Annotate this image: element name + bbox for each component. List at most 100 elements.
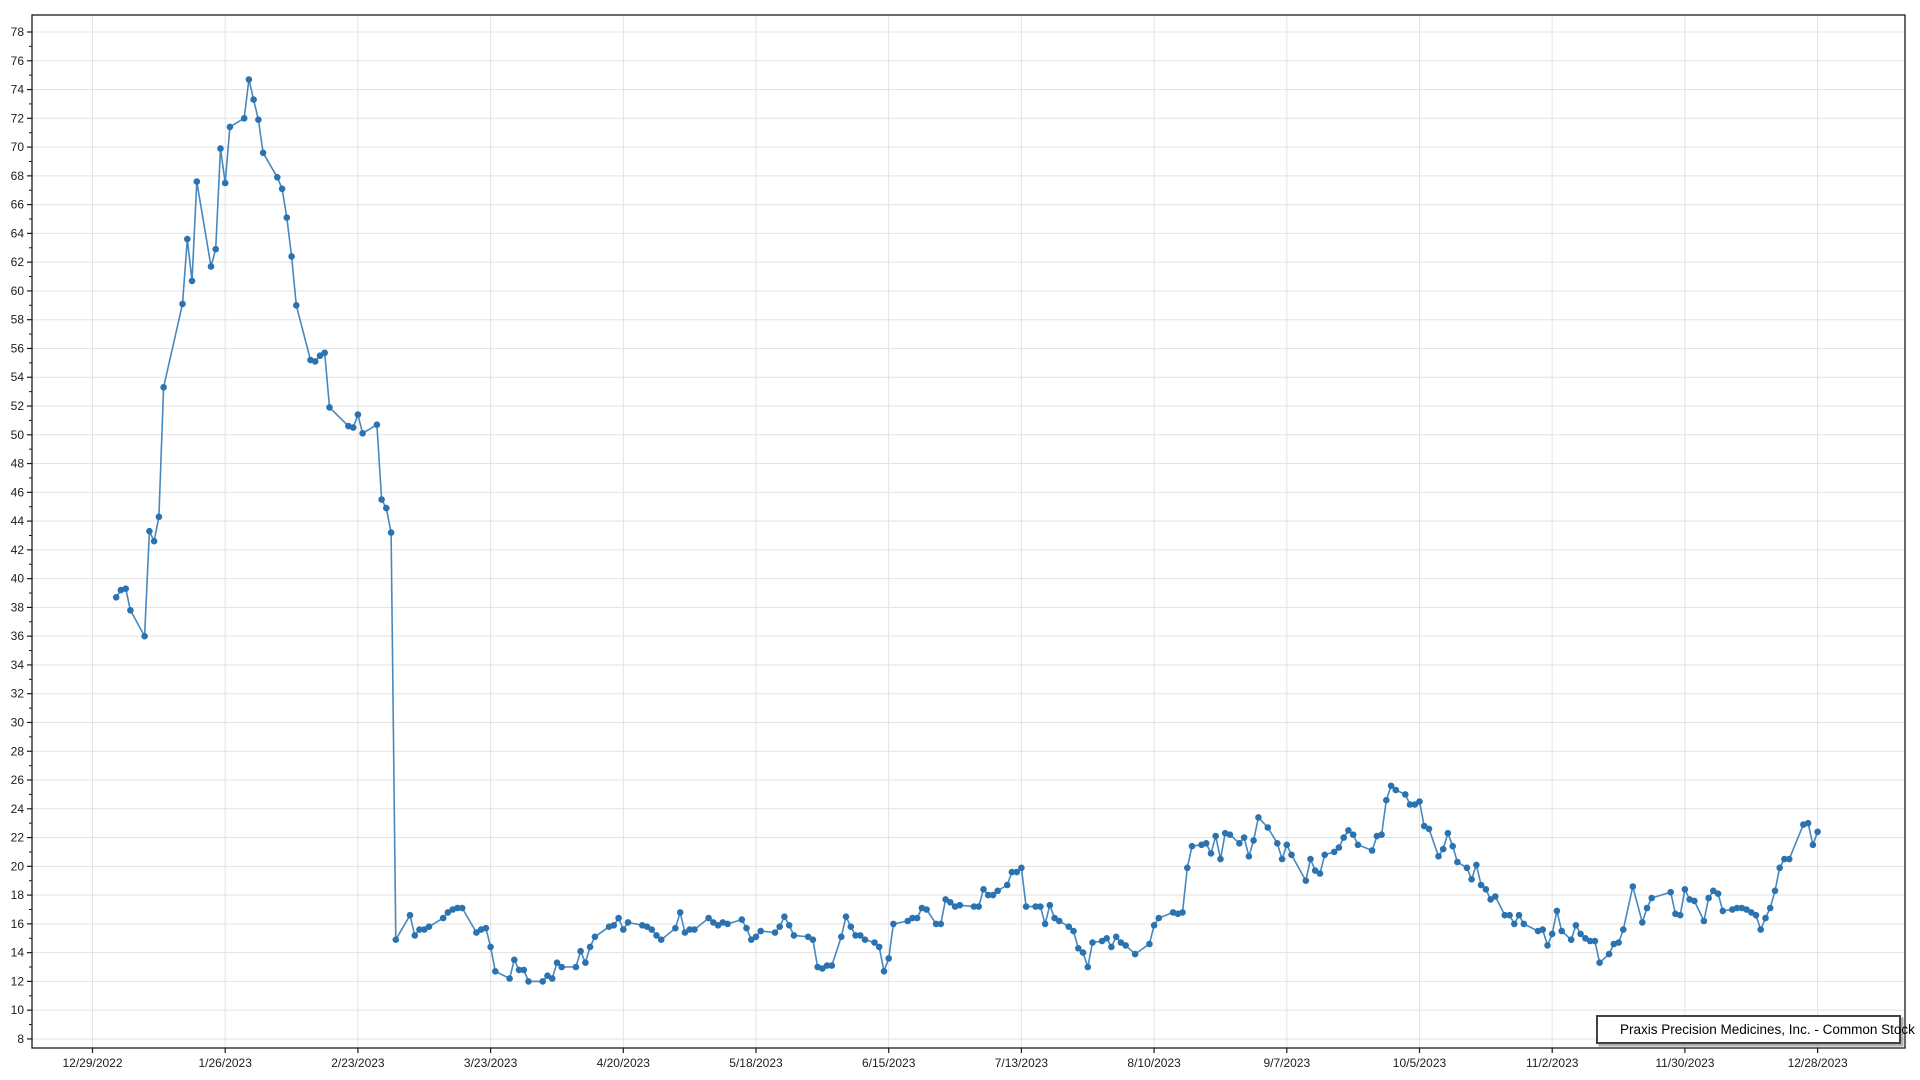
data-point-marker bbox=[938, 921, 945, 928]
data-point-marker bbox=[739, 916, 746, 923]
data-point-marker bbox=[914, 915, 921, 922]
data-point-marker bbox=[350, 424, 357, 431]
data-point-marker bbox=[1596, 959, 1603, 966]
data-point-marker bbox=[677, 909, 684, 916]
data-point-marker bbox=[521, 967, 528, 974]
data-point-marker bbox=[592, 934, 599, 941]
data-point-marker bbox=[326, 404, 333, 411]
data-point-marker bbox=[1701, 918, 1708, 925]
data-point-marker bbox=[1203, 840, 1210, 847]
x-axis-tick-label: 3/23/2023 bbox=[464, 1056, 518, 1070]
data-point-marker bbox=[625, 919, 632, 926]
data-point-marker bbox=[1250, 837, 1257, 844]
data-point-marker bbox=[1070, 928, 1077, 935]
data-point-marker bbox=[407, 912, 414, 919]
data-point-marker bbox=[1516, 912, 1523, 919]
data-point-marker bbox=[829, 962, 836, 969]
data-point-marker bbox=[1018, 865, 1025, 872]
data-point-marker bbox=[1212, 833, 1219, 840]
data-point-marker bbox=[1454, 859, 1461, 866]
data-point-marker bbox=[1241, 834, 1248, 841]
data-point-marker bbox=[212, 246, 219, 253]
data-point-marker bbox=[1085, 964, 1092, 971]
data-point-marker bbox=[957, 902, 964, 909]
data-point-marker bbox=[1492, 893, 1499, 900]
data-point-marker bbox=[426, 923, 433, 930]
data-point-marker bbox=[250, 96, 257, 103]
data-point-marker bbox=[1236, 840, 1243, 847]
data-point-marker bbox=[1179, 909, 1186, 916]
y-axis-tick-label: 70 bbox=[11, 140, 25, 154]
x-axis-tick-label: 11/2/2023 bbox=[1526, 1056, 1579, 1070]
data-point-marker bbox=[885, 955, 892, 962]
x-axis-tick-label: 9/7/2023 bbox=[1263, 1056, 1310, 1070]
data-point-marker bbox=[1630, 883, 1637, 890]
data-point-marker bbox=[1336, 844, 1343, 851]
gridlines bbox=[32, 15, 1905, 1048]
x-axis-tick-label: 12/29/2022 bbox=[62, 1056, 122, 1070]
data-point-marker bbox=[1753, 912, 1760, 919]
data-point-marker bbox=[1378, 831, 1385, 838]
data-point-marker bbox=[113, 594, 120, 601]
price-line bbox=[116, 80, 1817, 982]
data-point-marker bbox=[284, 214, 291, 221]
data-point-marker bbox=[393, 936, 400, 943]
data-point-marker bbox=[881, 968, 888, 975]
data-point-marker bbox=[1103, 935, 1110, 942]
data-point-marker bbox=[1089, 939, 1096, 946]
data-point-marker bbox=[838, 934, 845, 941]
data-point-marker bbox=[1184, 865, 1191, 872]
data-point-marker bbox=[412, 932, 419, 939]
data-point-marker bbox=[1810, 842, 1817, 849]
data-point-marker bbox=[781, 913, 788, 920]
data-point-marker bbox=[1435, 853, 1442, 860]
y-axis-tick-label: 38 bbox=[11, 600, 25, 614]
data-point-marker bbox=[611, 922, 618, 929]
data-point-marker bbox=[1246, 853, 1253, 860]
y-axis-tick-label: 54 bbox=[11, 370, 25, 384]
data-point-marker bbox=[1151, 922, 1158, 929]
data-point-marker bbox=[810, 936, 817, 943]
data-point-marker bbox=[1217, 856, 1224, 863]
series-praxis-common-stock bbox=[113, 76, 1821, 985]
data-point-marker bbox=[440, 915, 447, 922]
data-point-marker bbox=[1691, 898, 1698, 905]
y-axis-tick-label: 32 bbox=[11, 687, 25, 701]
y-axis-tick-label: 10 bbox=[11, 1003, 25, 1017]
data-point-marker bbox=[1468, 876, 1475, 883]
data-point-marker bbox=[321, 350, 328, 357]
data-point-marker bbox=[1762, 915, 1769, 922]
data-point-marker bbox=[573, 964, 580, 971]
y-axis-tick-label: 18 bbox=[11, 888, 25, 902]
y-axis-tick-label: 14 bbox=[11, 946, 25, 960]
data-point-marker bbox=[293, 302, 300, 309]
data-point-marker bbox=[1265, 824, 1272, 831]
data-point-marker bbox=[312, 358, 319, 365]
data-point-marker bbox=[1757, 926, 1764, 933]
x-axis-tick-label: 5/18/2023 bbox=[729, 1056, 783, 1070]
data-point-marker bbox=[1483, 886, 1490, 893]
data-point-marker bbox=[1767, 905, 1774, 912]
x-axis-tick-label: 1/26/2023 bbox=[199, 1056, 253, 1070]
data-point-marker bbox=[122, 585, 129, 592]
data-point-marker bbox=[743, 925, 750, 932]
data-point-marker bbox=[1511, 921, 1518, 928]
data-point-marker bbox=[1340, 834, 1347, 841]
data-point-marker bbox=[1416, 798, 1423, 805]
y-axis-tick-label: 30 bbox=[11, 715, 25, 729]
data-point-marker bbox=[1539, 926, 1546, 933]
y-axis-tick-label: 22 bbox=[11, 831, 25, 845]
data-point-marker bbox=[772, 929, 779, 936]
y-axis-tick-label: 46 bbox=[11, 485, 25, 499]
data-point-marker bbox=[1056, 918, 1063, 925]
data-point-marker bbox=[582, 959, 589, 966]
data-point-marker bbox=[587, 944, 594, 951]
data-point-marker bbox=[487, 944, 494, 951]
y-axis-tick-label: 28 bbox=[11, 744, 25, 758]
data-point-marker bbox=[1156, 915, 1163, 922]
data-point-marker bbox=[1369, 847, 1376, 854]
data-point-marker bbox=[753, 934, 760, 941]
y-axis-tick-label: 8 bbox=[17, 1032, 24, 1046]
y-axis-tick-label: 66 bbox=[11, 198, 25, 212]
data-point-marker bbox=[549, 975, 556, 982]
